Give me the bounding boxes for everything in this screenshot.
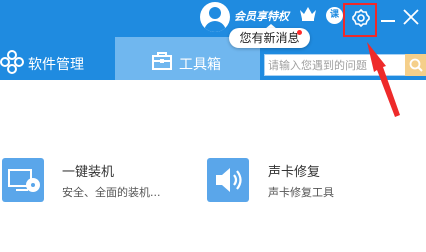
red-pointer-arrow (367, 42, 400, 117)
